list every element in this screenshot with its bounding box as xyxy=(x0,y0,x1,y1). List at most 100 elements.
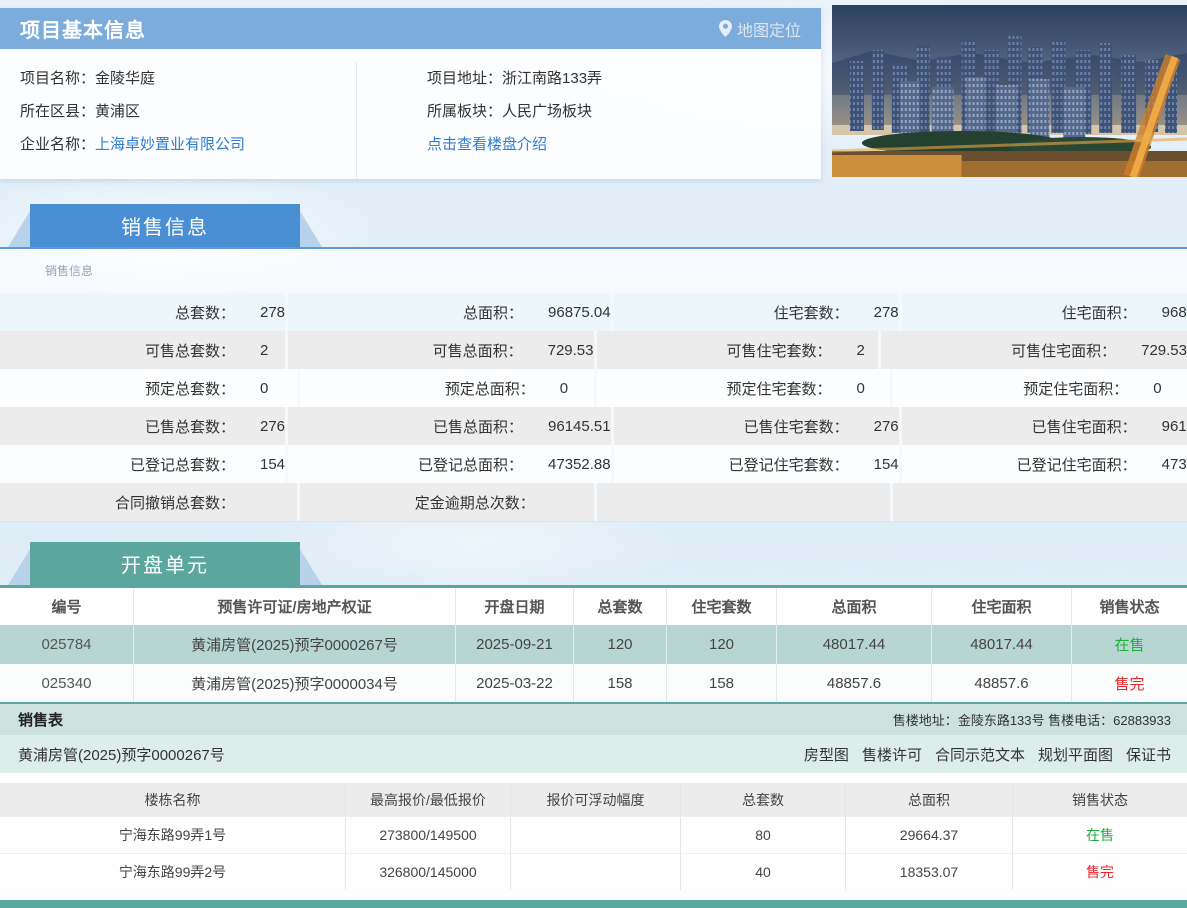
project-info-body: 项目名称：金陵华庭 所在区县：黄浦区 企业名称：上海卓妙置业有限公司 项目地址：… xyxy=(0,49,821,179)
si-cell: 已登记总套数：154 xyxy=(0,445,285,483)
si-cell: 住宅面积：96875.04 xyxy=(899,293,1187,331)
unit-date: 2025-09-21 xyxy=(455,625,573,664)
si-cell: 预定住宅面积：0 xyxy=(890,369,1187,407)
city-night-photo xyxy=(832,5,1187,177)
sales-info-row-6: 合同撤销总套数： 定金逾期总次数： xyxy=(0,483,1187,521)
opening-unit-row[interactable]: 025340 黄浦房管(2025)预字0000034号 2025-03-22 1… xyxy=(0,664,1187,702)
si-label: 可售总套数： xyxy=(0,340,235,361)
status-badge: 在售 xyxy=(1012,817,1187,853)
column-header: 总套数 xyxy=(573,588,666,625)
si-label: 已登记总面积： xyxy=(288,454,523,475)
si-label: 预定总面积： xyxy=(300,378,535,399)
si-label: 可售住宅面积： xyxy=(881,340,1116,361)
si-label: 可售总面积： xyxy=(288,340,523,361)
si-label: 已登记总套数： xyxy=(0,454,235,475)
building-name: 宁海东路99弄1号 xyxy=(0,817,345,853)
status-badge: 售完 xyxy=(1012,854,1187,890)
intro-link[interactable]: 点击查看楼盘介绍 xyxy=(427,136,547,153)
office-phone-label: 售楼电话： xyxy=(1048,713,1113,728)
guarantee-link[interactable]: 保证书 xyxy=(1126,744,1171,765)
si-label: 合同撤销总套数： xyxy=(0,492,235,513)
si-value: 0 xyxy=(1128,380,1161,397)
tab-right-wing xyxy=(300,211,322,247)
office-address-value: 金陵东路133号 xyxy=(958,713,1045,728)
si-label: 已售住宅套数： xyxy=(614,416,849,437)
sales-info-panel-label: 销售信息 xyxy=(0,249,1187,293)
district-row: 所在区县：黄浦区 xyxy=(20,95,356,128)
si-cell xyxy=(594,483,891,521)
sales-permit-link[interactable]: 售楼许可 xyxy=(862,744,922,765)
planning-plan-link[interactable]: 规划平面图 xyxy=(1038,744,1113,765)
si-label: 住宅面积： xyxy=(902,302,1137,323)
si-cell: 已登记住宅套数：154 xyxy=(611,445,899,483)
si-value: 96145.51 xyxy=(523,418,611,435)
si-cell: 总面积：96875.04 xyxy=(285,293,611,331)
column-header: 楼栋名称 xyxy=(0,783,345,816)
project-name-row: 项目名称：金陵华庭 xyxy=(20,62,356,95)
office-phone-value: 62883933 xyxy=(1113,713,1171,728)
unit-license: 黄浦房管(2025)预字0000034号 xyxy=(133,664,455,702)
building-float-range xyxy=(510,817,680,853)
unit-id: 025784 xyxy=(0,625,133,664)
si-label: 已登记住宅套数： xyxy=(614,454,849,475)
si-value: 278 xyxy=(849,304,899,321)
opening-units-table: 编号 预售许可证/房地产权证 开盘日期 总套数 住宅套数 总面积 住宅面积 销售… xyxy=(0,585,1187,704)
plate-value: 人民广场板块 xyxy=(502,103,592,120)
si-value: 96875.04 xyxy=(1137,304,1187,321)
building-price: 273800/149500 xyxy=(345,817,510,853)
si-value: 154 xyxy=(849,456,899,473)
unit-total-units: 120 xyxy=(573,625,666,664)
building-area: 18353.07 xyxy=(845,854,1012,890)
project-info-panel: 项目基本信息 地图定位 项目名称：金陵华庭 所在区县：黄浦区 企业名称：上海卓妙… xyxy=(0,8,821,179)
address-label: 项目地址： xyxy=(427,70,502,87)
building-units: 40 xyxy=(680,854,845,890)
opening-units-tab-title: 开盘单元 xyxy=(30,542,300,585)
si-cell: 已售住宅套数：276 xyxy=(611,407,899,445)
office-address-label: 售楼地址： xyxy=(893,713,958,728)
si-cell: 已售总套数：276 xyxy=(0,407,285,445)
map-locate-link[interactable]: 地图定位 xyxy=(719,17,801,41)
column-header: 预售许可证/房地产权证 xyxy=(133,588,455,625)
si-cell: 已登记住宅面积：47352.88 xyxy=(899,445,1187,483)
map-locate-label: 地图定位 xyxy=(737,17,801,41)
si-value: 96875.04 xyxy=(523,304,611,321)
project-info-header: 项目基本信息 地图定位 xyxy=(0,8,821,49)
si-label: 预定住宅套数： xyxy=(597,378,832,399)
intro-row: 点击查看楼盘介绍 xyxy=(427,128,821,161)
si-label: 总面积： xyxy=(288,302,523,323)
si-cell: 可售总面积：729.53 xyxy=(285,331,594,369)
building-name: 宁海东路99弄2号 xyxy=(0,854,345,890)
opening-unit-row-selected[interactable]: 025784 黄浦房管(2025)预字0000267号 2025-09-21 1… xyxy=(0,625,1187,664)
si-cell: 可售住宅套数：2 xyxy=(594,331,879,369)
sales-info-row-5: 已登记总套数：154 已登记总面积：47352.88 已登记住宅套数：154 已… xyxy=(0,445,1187,483)
project-name-label: 项目名称： xyxy=(20,70,95,87)
opening-units-tab: 开盘单元 xyxy=(0,542,1187,585)
si-cell: 预定住宅套数：0 xyxy=(594,369,891,407)
si-label: 定金逾期总次数： xyxy=(300,492,535,513)
footer-accent-bar xyxy=(0,900,1187,908)
plate-label: 所属板块： xyxy=(427,103,502,120)
project-info-right-column: 项目地址：浙江南路133弄 所属板块：人民广场板块 点击查看楼盘介绍 xyxy=(357,62,821,179)
column-header: 销售状态 xyxy=(1012,783,1187,816)
si-label: 已售总面积： xyxy=(288,416,523,437)
sales-info-row-1: 总套数：278 总面积：96875.04 住宅套数：278 住宅面积：96875… xyxy=(0,293,1187,331)
district-label: 所在区县： xyxy=(20,103,95,120)
si-cell: 住宅套数：278 xyxy=(611,293,899,331)
unit-residential-units: 120 xyxy=(666,625,776,664)
unit-total-area: 48857.6 xyxy=(776,664,931,702)
contract-sample-link[interactable]: 合同示范文本 xyxy=(935,744,1025,765)
si-value: 0 xyxy=(535,380,568,397)
document-links: 房型图 售楼许可 合同示范文本 规划平面图 保证书 xyxy=(804,744,1171,765)
si-cell: 预定总套数：0 xyxy=(0,369,297,407)
tab-left-wing xyxy=(8,211,30,247)
company-link[interactable]: 上海卓妙置业有限公司 xyxy=(95,136,245,153)
buildings-table-header: 楼栋名称 最高报价/最低报价 报价可浮动幅度 总套数 总面积 销售状态 xyxy=(0,783,1187,816)
floor-plan-link[interactable]: 房型图 xyxy=(804,744,849,765)
si-label: 已售总套数： xyxy=(0,416,235,437)
sales-table-header-bar: 销售表 售楼地址：金陵东路133号 售楼电话：62883933 xyxy=(0,704,1187,735)
sales-info-row-4: 已售总套数：276 已售总面积：96145.51 已售住宅套数：276 已售住宅… xyxy=(0,407,1187,445)
project-info-left-column: 项目名称：金陵华庭 所在区县：黄浦区 企业名称：上海卓妙置业有限公司 xyxy=(0,62,357,179)
column-header: 销售状态 xyxy=(1071,588,1187,625)
sales-table-title: 销售表 xyxy=(18,709,63,730)
si-label: 住宅套数： xyxy=(614,302,849,323)
